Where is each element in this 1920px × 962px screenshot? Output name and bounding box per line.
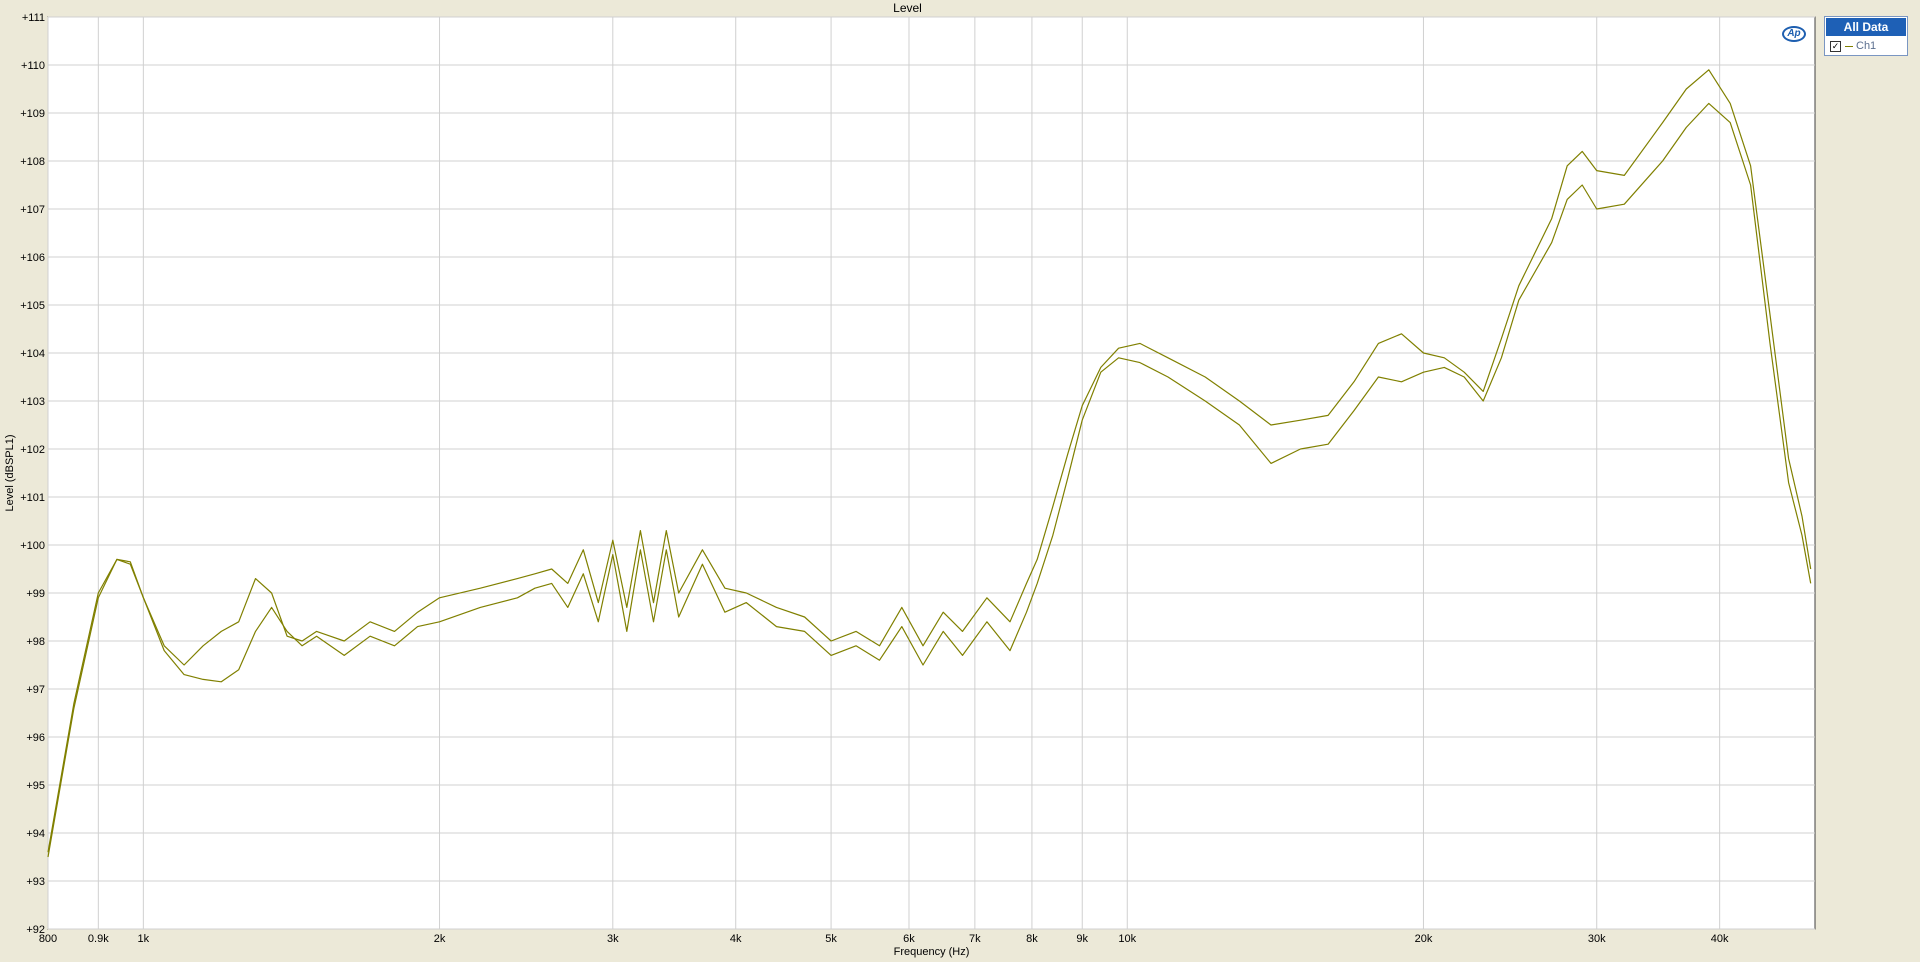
- y-tick-label: +109: [20, 108, 45, 120]
- x-tick-label: 6k: [903, 933, 915, 945]
- x-tick-label: 9k: [1076, 933, 1088, 945]
- x-tick-label: 30k: [1588, 933, 1606, 945]
- y-tick-label: +104: [20, 348, 45, 360]
- x-tick-label: 3k: [607, 933, 619, 945]
- y-axis-ticks: +92+93+94+95+96+97+98+99+100+101+102+103…: [20, 12, 45, 936]
- y-tick-label: +99: [26, 588, 45, 600]
- x-axis-ticks: 800 0.9k 1k 2k 3k 4k 5k 6k 7k 8k 9k 10k 20k 30k 40k: [39, 933, 1729, 945]
- y-tick-label: +107: [20, 204, 45, 216]
- y-tick-label: +110: [21, 60, 45, 72]
- y-tick-label: +97: [26, 684, 45, 696]
- y-tick-label: +102: [20, 444, 45, 456]
- x-tick-label: 1k: [138, 933, 150, 945]
- legend-line-swatch: [1845, 45, 1853, 47]
- y-tick-label: +94: [26, 828, 45, 840]
- y-tick-label: +100: [20, 540, 45, 552]
- plot-area[interactable]: +92+93+94+95+96+97+98+99+100+101+102+103…: [0, 0, 1920, 962]
- legend-checkbox[interactable]: ✓: [1830, 40, 1841, 52]
- legend-panel[interactable]: All Data ✓ Ch1: [1824, 16, 1908, 56]
- legend-item-label: Ch1: [1856, 40, 1877, 52]
- legend-item-ch1[interactable]: ✓ Ch1: [1825, 37, 1907, 55]
- y-tick-label: +103: [20, 396, 45, 408]
- x-tick-label: 20k: [1415, 933, 1433, 945]
- y-tick-label: +105: [20, 300, 45, 312]
- y-tick-label: +101: [20, 492, 45, 504]
- y-tick-label: +98: [26, 636, 45, 648]
- y-tick-label: +106: [20, 252, 45, 264]
- x-axis-label: Frequency (Hz): [894, 946, 970, 958]
- y-tick-label: +108: [20, 156, 45, 168]
- x-tick-label: 10k: [1118, 933, 1136, 945]
- legend-header-all-data[interactable]: All Data: [1826, 18, 1906, 36]
- ap-logo-icon: Ap: [1782, 26, 1806, 42]
- x-tick-label: 40k: [1711, 933, 1729, 945]
- x-tick-label: 800: [39, 933, 57, 945]
- plot-background: [47, 16, 1816, 930]
- x-tick-label: 4k: [730, 933, 742, 945]
- y-tick-label: +96: [26, 732, 45, 744]
- x-tick-label: 7k: [969, 933, 981, 945]
- y-axis-label: Level (dBSPL1): [4, 434, 16, 511]
- x-tick-label: 8k: [1026, 933, 1038, 945]
- x-tick-label: 2k: [434, 933, 446, 945]
- y-tick-label: +111: [22, 12, 45, 24]
- y-tick-label: +93: [26, 876, 45, 888]
- y-tick-label: +95: [26, 780, 45, 792]
- x-tick-label: 5k: [825, 933, 837, 945]
- x-tick-label: 0.9k: [88, 933, 109, 945]
